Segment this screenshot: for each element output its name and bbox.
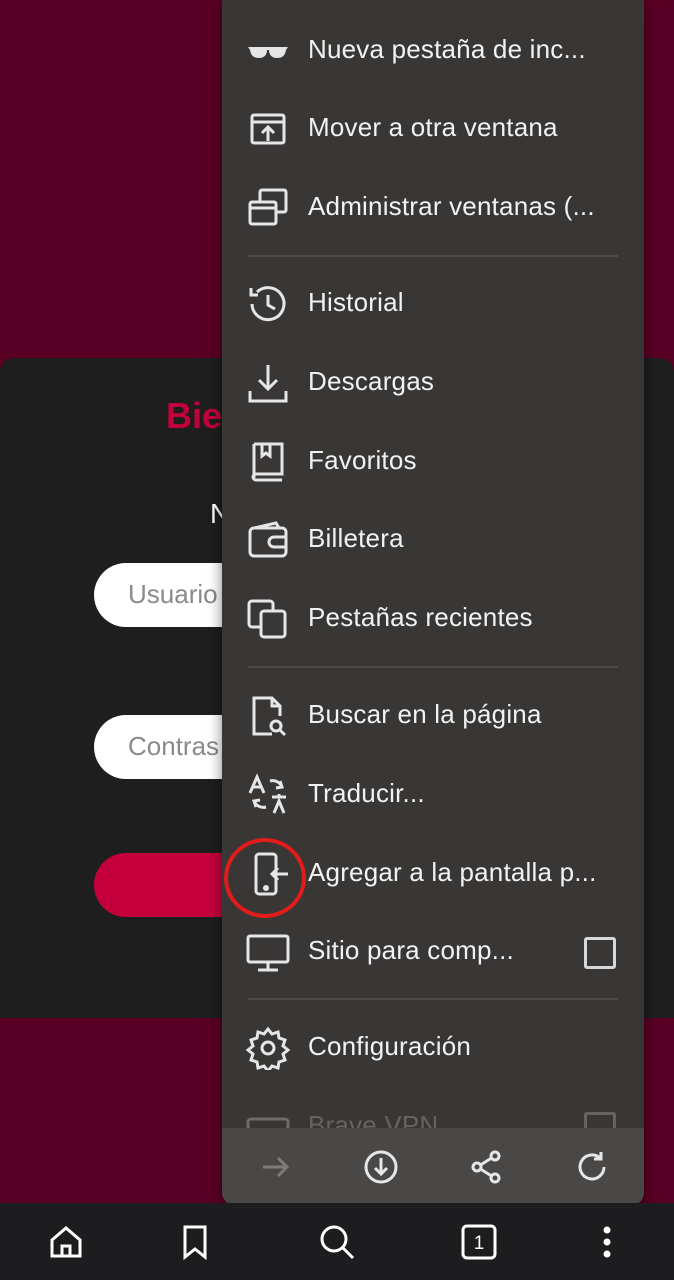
manage-windows-icon xyxy=(244,186,292,230)
tab-count: 1 xyxy=(474,1233,485,1254)
welcome-heading: Bie xyxy=(166,395,223,436)
menu-item-bookmarks[interactable]: Favoritos xyxy=(222,423,644,501)
menu-item-wallet[interactable]: Billetera xyxy=(222,501,644,579)
menu-item-move-window[interactable]: Mover a otra ventana xyxy=(222,90,644,168)
desktop-monitor-icon xyxy=(244,930,292,974)
menu-item-label: Traducir... xyxy=(308,778,425,808)
bookmark-icon[interactable] xyxy=(176,1223,214,1261)
settings-gear-icon xyxy=(244,1026,292,1074)
translate-icon xyxy=(244,773,292,817)
menu-item-label: Historial xyxy=(308,287,404,317)
menu-item-desktop-site[interactable]: Sitio para comp... xyxy=(222,913,644,991)
move-window-icon xyxy=(244,107,292,151)
incognito-glasses-icon xyxy=(244,29,292,73)
browser-bottom-toolbar: 1 xyxy=(0,1203,674,1280)
wallet-icon xyxy=(244,518,292,562)
menu-item-new-private-tab[interactable]: Nueva pestaña de inc... xyxy=(222,12,644,90)
menu-item-find-in-page[interactable]: Buscar en la página xyxy=(222,677,644,755)
download-circle-icon[interactable] xyxy=(363,1149,399,1185)
tab-counter-icon[interactable]: 1 xyxy=(460,1223,498,1261)
menu-action-row xyxy=(222,1128,644,1206)
menu-divider xyxy=(248,255,618,257)
menu-item-label: Mover a otra ventana xyxy=(308,112,558,142)
find-in-page-icon xyxy=(244,694,292,738)
menu-item-translate[interactable]: Traducir... xyxy=(222,756,644,834)
home-icon[interactable] xyxy=(47,1223,85,1261)
menu-item-label: Billetera xyxy=(308,523,404,553)
menu-item-label: Nueva pestaña de inc... xyxy=(308,34,586,64)
more-vert-icon[interactable] xyxy=(588,1223,626,1261)
forward-arrow-icon[interactable] xyxy=(257,1149,293,1185)
menu-divider xyxy=(248,998,618,1000)
download-icon xyxy=(244,361,292,405)
menu-item-label: Configuración xyxy=(308,1031,472,1061)
menu-item-label: Administrar ventanas (... xyxy=(308,191,595,221)
menu-item-label: Descargas xyxy=(308,366,435,396)
menu-item-label: Favoritos xyxy=(308,445,417,475)
highlight-circle-annotation xyxy=(224,838,306,918)
bookmarks-book-icon xyxy=(244,440,292,484)
menu-item-history[interactable]: Historial xyxy=(222,265,644,343)
menu-item-label: Sitio para comp... xyxy=(308,935,514,965)
menu-item-settings[interactable]: Configuración xyxy=(222,1009,644,1087)
menu-divider xyxy=(248,666,618,668)
menu-item-label: Pestañas recientes xyxy=(308,602,533,632)
reload-icon[interactable] xyxy=(574,1149,610,1185)
menu-item-downloads[interactable]: Descargas xyxy=(222,344,644,422)
history-icon xyxy=(244,282,292,326)
browser-overflow-menu: Nueva pestaña de inc... Mover a otra ven… xyxy=(222,0,644,1206)
menu-item-recent-tabs[interactable]: Pestañas recientes xyxy=(222,580,644,658)
menu-item-manage-windows[interactable]: Administrar ventanas (... xyxy=(222,169,644,247)
menu-item-label: Agregar a la pantalla p... xyxy=(308,857,597,887)
search-icon[interactable] xyxy=(318,1223,356,1261)
desktop-site-checkbox[interactable] xyxy=(584,937,616,969)
menu-item-label: Buscar en la página xyxy=(308,699,542,729)
recent-tabs-icon xyxy=(244,597,292,641)
share-icon[interactable] xyxy=(468,1149,504,1185)
